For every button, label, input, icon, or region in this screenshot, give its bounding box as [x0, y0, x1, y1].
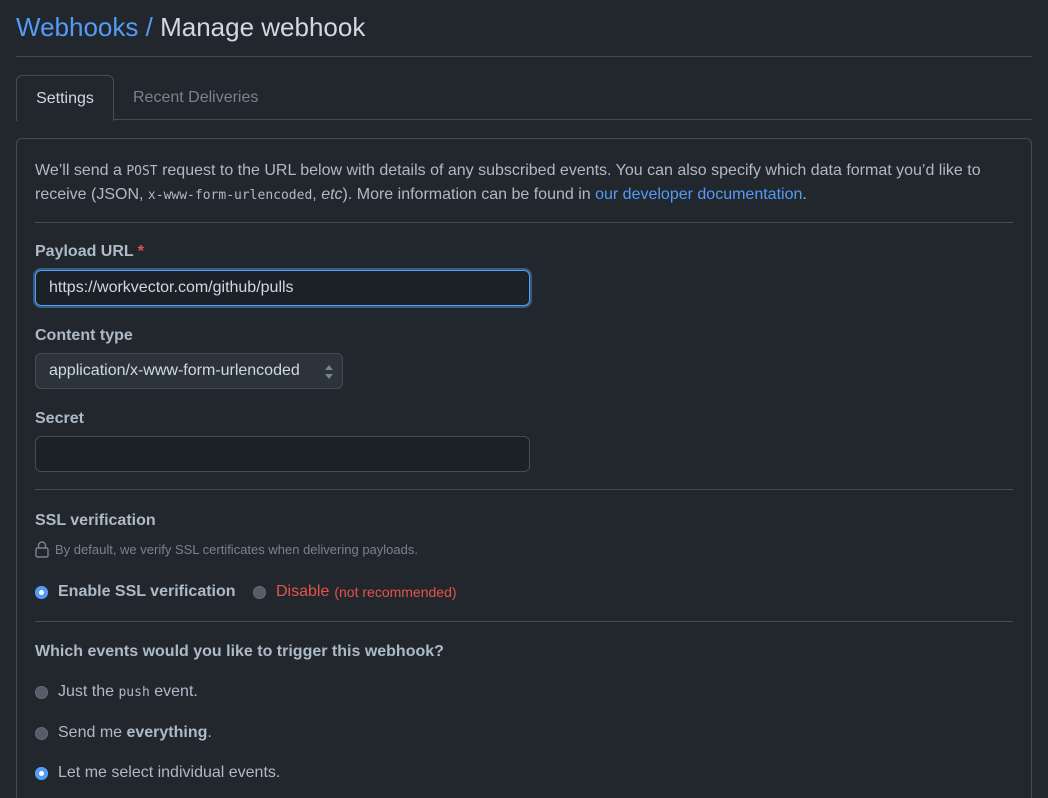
intro-part: We’ll send a — [35, 162, 127, 179]
event-individual-radio[interactable] — [35, 766, 48, 780]
event-individual-label: Let me select individual events. — [58, 764, 281, 781]
page-header: Webhooks / Manage webhook — [16, 10, 1032, 57]
ssl-label: SSL verification — [35, 512, 156, 529]
event-everything-label: Send me everything. — [58, 724, 212, 742]
ssl-enable-label: Enable SSL verification — [58, 583, 236, 600]
tab-settings[interactable]: Settings — [16, 75, 114, 121]
event-push-radio[interactable] — [35, 685, 48, 699]
ssl-enable-radio[interactable] — [35, 585, 48, 599]
ssl-note: By default, we verify SSL certificates w… — [35, 541, 418, 558]
intro-part: . — [802, 186, 807, 203]
tab-bar: Settings Recent Deliveries — [16, 75, 1032, 121]
select-arrows-icon — [325, 365, 333, 379]
payload-url-label: Payload URL * — [35, 243, 144, 261]
event-option-push[interactable]: Just the push event. — [35, 683, 198, 701]
breadcrumb: Webhooks / Manage webhook — [16, 10, 1032, 44]
event-push-pre: Just the — [58, 683, 119, 700]
divider — [35, 222, 1013, 223]
ssl-enable-option[interactable]: Enable SSL verification — [35, 583, 236, 601]
breadcrumb-separator: / — [145, 12, 153, 42]
content-type-select[interactable]: application/x-www-form-urlencoded — [35, 353, 343, 389]
event-everything-radio[interactable] — [35, 726, 48, 740]
tab-recent-deliveries[interactable]: Recent Deliveries — [133, 75, 258, 120]
code-urlencoded: x-www-form-urlencoded — [147, 188, 313, 203]
ssl-disable-option[interactable]: Disable (not recommended) — [253, 583, 457, 601]
breadcrumb-link-webhooks[interactable]: Webhooks — [16, 12, 138, 42]
page-title: Manage webhook — [160, 12, 366, 42]
ssl-disable-label: Disable — [276, 583, 330, 600]
ssl-note-text: By default, we verify SSL certificates w… — [55, 542, 418, 557]
page: Webhooks / Manage webhook Settings Recen… — [0, 0, 1048, 798]
required-mark: * — [137, 243, 144, 260]
event-everything-pre: Send me — [58, 724, 127, 741]
intro-part: ). More information can be found in — [342, 186, 596, 203]
lock-icon — [35, 541, 49, 558]
divider — [35, 621, 1013, 622]
secret-label: Secret — [35, 410, 84, 427]
code-push: push — [118, 685, 150, 700]
content-type-label: Content type — [35, 327, 133, 344]
divider — [35, 489, 1013, 490]
intro-text: We’ll send a POST request to the URL bel… — [35, 159, 1013, 207]
event-everything-post: . — [207, 724, 212, 741]
payload-url-label-text: Payload URL — [35, 243, 134, 260]
payload-url-input[interactable] — [35, 270, 530, 306]
code-post: POST — [126, 164, 158, 179]
event-push-post: event. — [149, 683, 198, 700]
event-push-label: Just the push event. — [58, 683, 198, 701]
ssl-disable-note: (not recommended) — [334, 584, 457, 600]
content-type-value: application/x-www-form-urlencoded — [49, 362, 300, 379]
intro-part: , — [312, 186, 322, 203]
developer-docs-link[interactable]: our developer documentation — [595, 186, 802, 203]
events-question: Which events would you like to trigger t… — [35, 643, 444, 660]
ssl-disable-radio[interactable] — [253, 585, 266, 599]
settings-panel: We’ll send a POST request to the URL bel… — [16, 138, 1032, 798]
event-option-everything[interactable]: Send me everything. — [35, 724, 212, 742]
intro-etc: etc — [321, 186, 343, 203]
event-everything-bold: everything — [126, 724, 208, 741]
event-option-individual[interactable]: Let me select individual events. — [35, 764, 280, 782]
secret-input[interactable] — [35, 436, 530, 472]
